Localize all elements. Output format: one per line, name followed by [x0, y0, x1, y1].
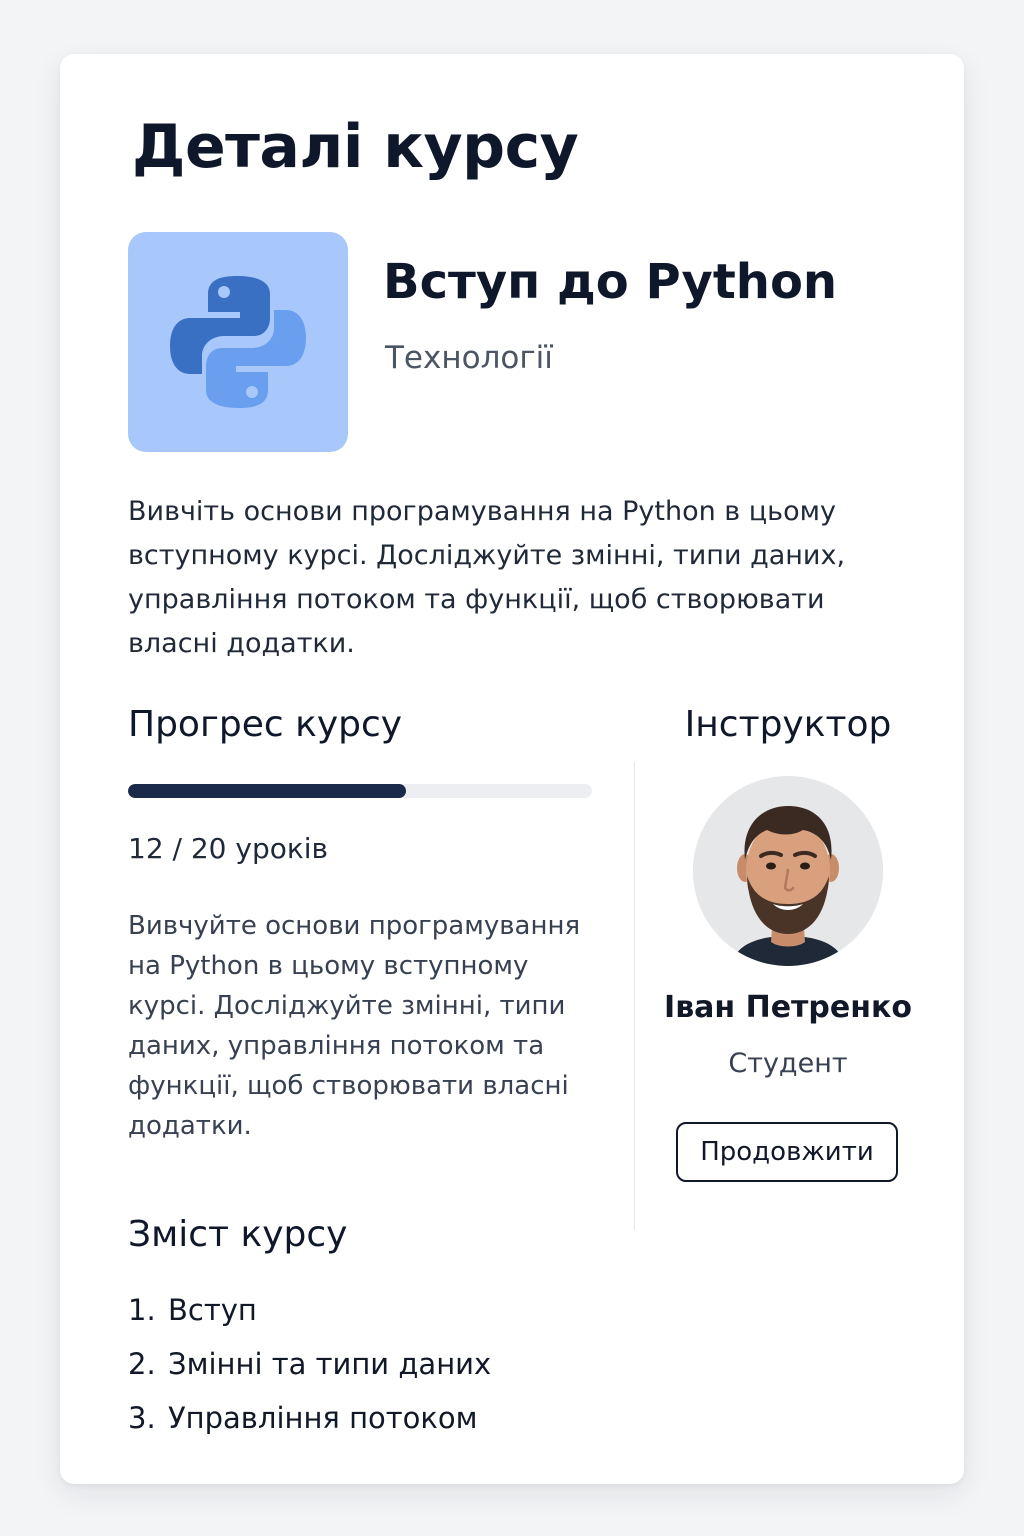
progress-bar — [128, 784, 592, 798]
lessons-count: 12 / 20 уроків — [128, 832, 329, 865]
list-item-title: Змінні та типи даних — [168, 1347, 492, 1381]
list-item-number: 2. — [128, 1347, 156, 1381]
progress-description: Вивчуйте основи програмування на Python … — [128, 911, 581, 1141]
instructor-photo — [693, 776, 883, 966]
progress-bar-fill — [128, 784, 407, 798]
course-name: Вступ до Python — [383, 254, 838, 310]
progress-section: Прогрес курсу 12 / 20 уроків Вивчуйте ос… — [128, 704, 598, 1141]
list-item-number: 3. — [128, 1401, 156, 1435]
list-item-number: 1. — [128, 1293, 156, 1327]
course-header: Вступ до Python Технології — [128, 232, 908, 454]
section-divider — [634, 762, 635, 1230]
instructor-heading: Інструктор — [684, 704, 892, 745]
instructor-role: Студент — [728, 1048, 848, 1079]
course-description: Вивчіть основи програмування на Python в… — [128, 496, 846, 659]
page-title: Деталі курсу — [132, 112, 579, 182]
course-category: Технології — [385, 340, 553, 376]
list-item[interactable]: 3. Управління потоком — [128, 1391, 828, 1445]
instructor-section: Інструктор Іван Петренко Студент Продовж… — [660, 704, 916, 1182]
progress-heading: Прогрес курсу — [128, 704, 403, 745]
course-details-card: Деталі курсу Вступ до Python Технології … — [60, 54, 964, 1484]
list-item[interactable]: 1. Вступ — [128, 1283, 828, 1337]
course-contents-section: Зміст курсу 1. Вступ 2. Змінні та типи д… — [128, 1214, 828, 1445]
contents-list: 1. Вступ 2. Змінні та типи даних 3. Упра… — [128, 1283, 828, 1445]
list-item[interactable]: 2. Змінні та типи даних — [128, 1337, 828, 1391]
python-logo-svg — [170, 276, 306, 408]
contents-heading: Зміст курсу — [128, 1214, 348, 1255]
list-item-title: Управління потоком — [168, 1401, 478, 1435]
avatar — [693, 776, 883, 966]
list-item-title: Вступ — [168, 1293, 257, 1327]
instructor-name: Іван Петренко — [664, 990, 912, 1025]
python-logo-icon — [128, 232, 348, 452]
continue-button[interactable]: Продовжити — [676, 1122, 898, 1182]
